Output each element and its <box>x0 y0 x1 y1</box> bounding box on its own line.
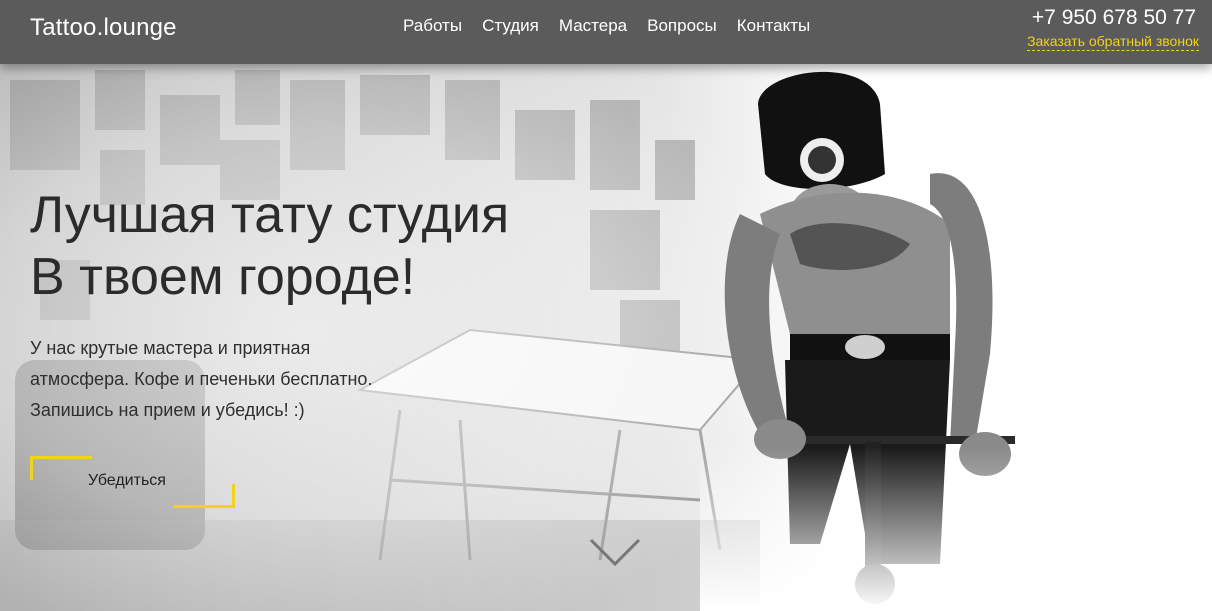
main-nav: Работы Студия Мастера Вопросы Контакты <box>403 16 810 36</box>
hero-title-line-2: В твоем городе! <box>30 248 416 306</box>
phone-number[interactable]: +7 950 678 50 77 <box>1032 6 1196 30</box>
hero-description-line-1: У нас крутые мастера и приятная <box>30 338 311 358</box>
cta-button[interactable]: Убедиться <box>30 456 235 508</box>
site-header: Tattoo.lounge Работы Студия Мастера Вопр… <box>0 0 1212 64</box>
chevron-down-icon[interactable] <box>589 536 641 568</box>
callback-link[interactable]: Заказать обратный звонок <box>1027 33 1199 51</box>
nav-link-studio[interactable]: Студия <box>482 16 539 36</box>
cta-corner-top-left <box>30 456 92 480</box>
hero-description: У нас крутые мастера и приятная атмосфер… <box>30 333 450 426</box>
hero-description-line-3: Запишись на прием и убедись! :) <box>30 400 305 420</box>
nav-link-contacts[interactable]: Контакты <box>737 16 810 36</box>
hero-title-line-1: Лучшая тату студия <box>30 186 510 244</box>
hero-description-line-2: атмосфера. Кофе и печеньки бесплатно. <box>30 369 373 389</box>
cta-corner-bottom-right <box>173 484 235 508</box>
site-logo[interactable]: Tattoo.lounge <box>30 14 177 42</box>
hero-title: Лучшая тату студия В твоем городе! <box>30 184 509 308</box>
tattooed-man-image <box>700 64 1060 611</box>
nav-link-questions[interactable]: Вопросы <box>647 16 717 36</box>
nav-link-works[interactable]: Работы <box>403 16 462 36</box>
cta-button-label: Убедиться <box>88 472 166 489</box>
nav-link-masters[interactable]: Мастера <box>559 16 627 36</box>
